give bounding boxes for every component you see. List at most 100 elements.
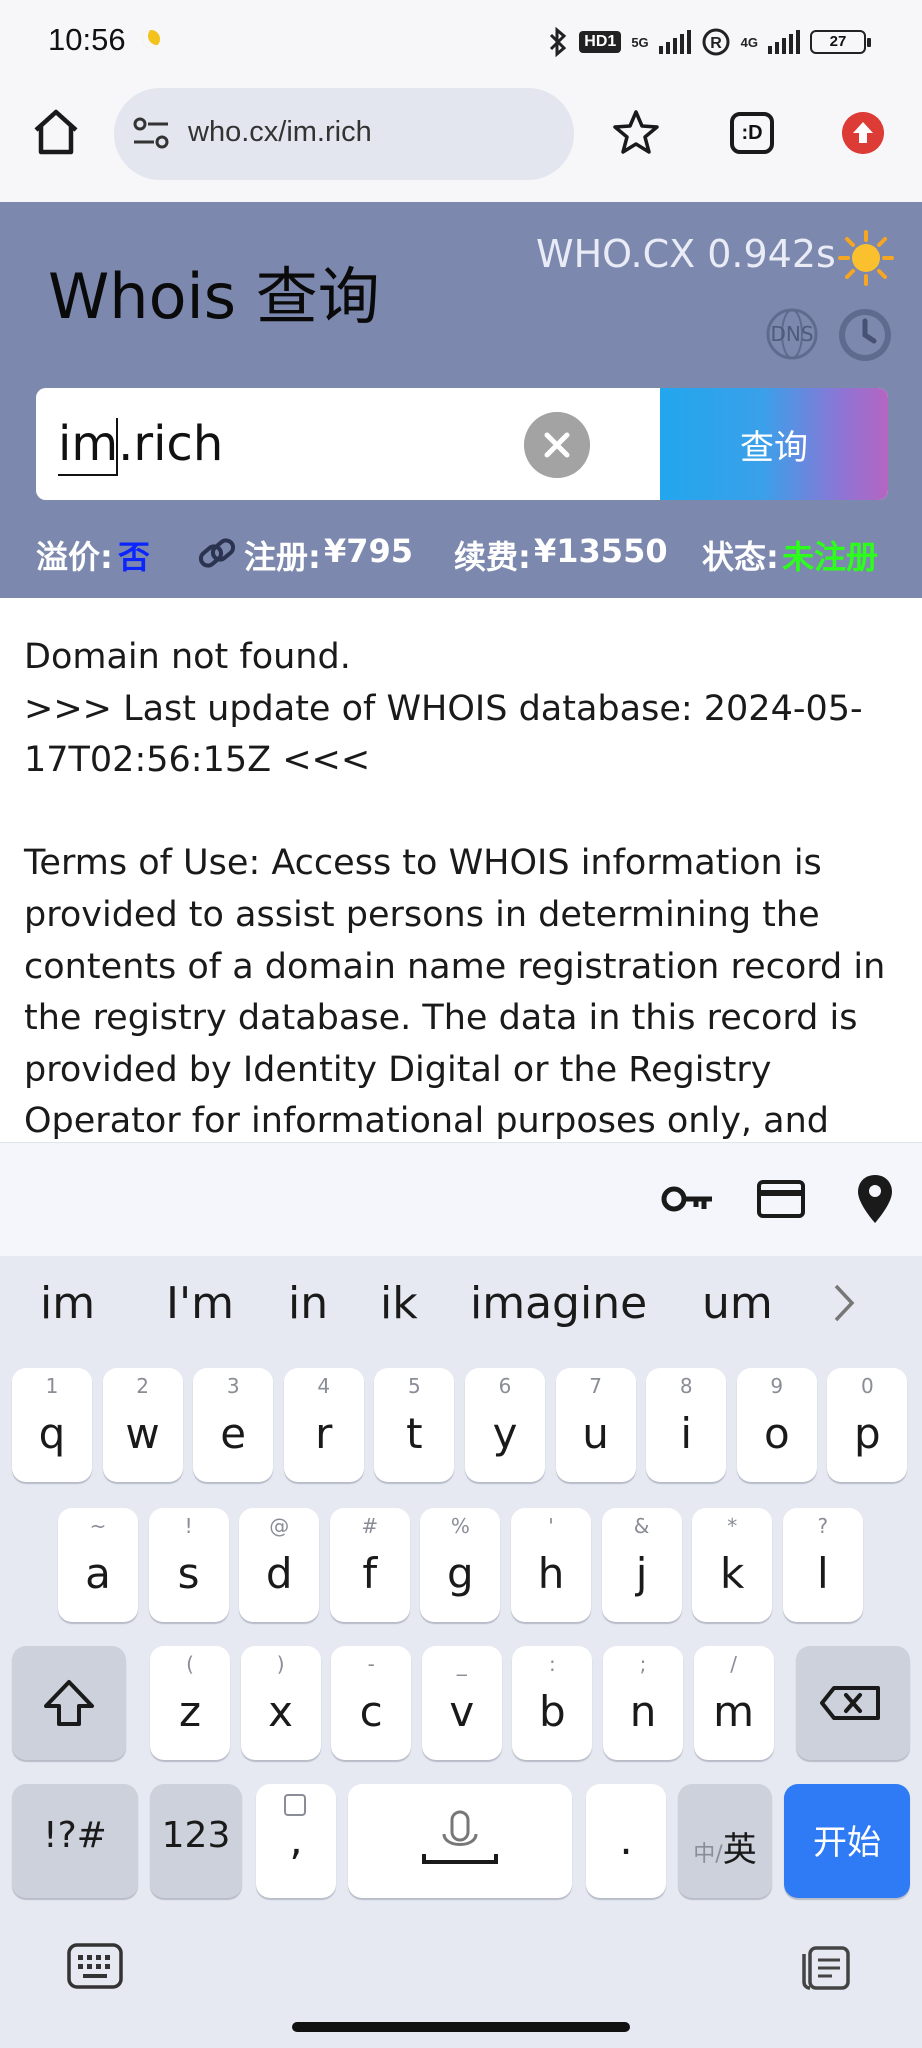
key-label: k: [720, 1549, 745, 1598]
key-secondary-label: 7: [589, 1374, 602, 1398]
shift-key[interactable]: [12, 1646, 126, 1760]
renew-price: ¥13550: [534, 532, 668, 570]
link-icon[interactable]: [196, 532, 238, 574]
brand-timing[interactable]: WHO.CX 0.942s: [536, 232, 836, 276]
enter-key[interactable]: 开始: [784, 1784, 910, 1898]
key-w[interactable]: 2w: [102, 1368, 183, 1482]
site-settings-icon[interactable]: [132, 116, 172, 152]
key-label: x: [268, 1687, 294, 1736]
suggestion-item[interactable]: im: [40, 1278, 95, 1329]
key-label: p: [854, 1409, 881, 1458]
suggestion-item[interactable]: imagine: [470, 1278, 647, 1329]
key-e[interactable]: 3e: [193, 1368, 274, 1482]
autofill-bar: [0, 1142, 922, 1256]
key-v[interactable]: _ v: [421, 1646, 502, 1760]
key-q[interactable]: 1q: [12, 1368, 92, 1482]
space-key[interactable]: [348, 1784, 572, 1898]
language-toggle-key[interactable]: 中/英: [678, 1784, 772, 1898]
microphone-icon: [422, 1810, 498, 1864]
key-c[interactable]: -c: [331, 1646, 412, 1760]
address-bar[interactable]: who.cx/im.rich: [114, 88, 574, 180]
url-text[interactable]: who.cx/im.rich: [188, 116, 372, 149]
key-secondary-label: _: [456, 1652, 467, 1676]
key-secondary-label: -: [367, 1652, 375, 1676]
key-secondary-label: 1: [45, 1374, 59, 1398]
key-secondary-label: 4: [317, 1374, 331, 1398]
renew-label: 续费:: [454, 538, 531, 576]
keyboard-hide-icon[interactable]: [66, 1942, 124, 1990]
handwriting-icon: [284, 1794, 306, 1816]
tab-switcher-button[interactable]: :D: [730, 112, 774, 154]
key-label: n: [629, 1687, 657, 1736]
key-secondary-label: ): [276, 1652, 285, 1676]
clipboard-icon[interactable]: [798, 1938, 854, 1994]
result-line: >>> Last update of WHOIS database: 2024-…: [24, 688, 863, 781]
upload-icon[interactable]: [842, 112, 884, 154]
key-m[interactable]: / m: [693, 1646, 774, 1760]
key-secondary-label: &: [633, 1514, 650, 1538]
key-h[interactable]: ' h: [511, 1508, 591, 1622]
period-key[interactable]: .: [586, 1784, 666, 1898]
status-value: 未注册: [782, 538, 879, 576]
key-label: u: [582, 1409, 609, 1458]
key-secondary-label: ?: [817, 1514, 829, 1538]
whois-header: Whois 查询 WHO.CX 0.942s DNS 查询 溢价: 否: [0, 202, 922, 598]
history-clock-icon[interactable]: [836, 306, 894, 364]
suggestion-item[interactable]: I'm: [166, 1278, 234, 1329]
key-s[interactable]: ! s: [148, 1508, 229, 1622]
suggestion-item[interactable]: um: [702, 1278, 773, 1329]
key-o[interactable]: 9o: [736, 1368, 817, 1482]
key-label: b: [539, 1687, 566, 1736]
lang-active: 英: [722, 1830, 757, 1870]
payment-card-icon[interactable]: [756, 1179, 806, 1219]
key-p[interactable]: 0p: [827, 1368, 908, 1482]
key-t[interactable]: 5t: [374, 1368, 455, 1482]
location-pin-icon[interactable]: [856, 1173, 894, 1225]
status-bar: 10:56 HD1 5G R 4G 27: [0, 0, 922, 82]
symbols-key[interactable]: !?#: [12, 1784, 138, 1898]
dns-icon[interactable]: DNS: [764, 308, 820, 360]
key-y[interactable]: 6y: [465, 1368, 545, 1482]
key-i[interactable]: 8i: [646, 1368, 727, 1482]
key-secondary-label: *: [727, 1514, 738, 1538]
search-button[interactable]: 查询: [660, 388, 888, 500]
key-a[interactable]: ~ a: [58, 1508, 138, 1622]
key-f[interactable]: # f: [329, 1508, 410, 1622]
key-secondary-label: (: [186, 1652, 194, 1676]
sun-icon[interactable]: [838, 230, 894, 286]
key-label: .: [619, 1815, 633, 1864]
comma-key[interactable]: ,: [256, 1784, 336, 1898]
key-u[interactable]: 7u: [555, 1368, 636, 1482]
key-j[interactable]: & j: [601, 1508, 682, 1622]
key-d[interactable]: @ d: [239, 1508, 320, 1622]
key-z[interactable]: (z: [150, 1646, 230, 1760]
key-label: t: [406, 1409, 423, 1458]
whois-result: Domain not found. >>> Last update of WHO…: [24, 632, 904, 1148]
key-x[interactable]: ) x: [240, 1646, 321, 1760]
home-indicator[interactable]: [292, 2022, 630, 2032]
key-n[interactable]: ; n: [603, 1646, 683, 1760]
roaming-icon: R: [702, 28, 730, 56]
dns-label: DNS: [770, 322, 813, 346]
bookmark-star-icon[interactable]: [611, 108, 661, 158]
key-secondary-label: :: [549, 1652, 556, 1676]
key-k[interactable]: * k: [692, 1508, 773, 1622]
numbers-key[interactable]: 123: [150, 1784, 242, 1898]
key-label: m: [713, 1687, 755, 1736]
home-icon[interactable]: [30, 106, 82, 158]
suggestion-item[interactable]: in: [288, 1278, 328, 1329]
password-key-icon[interactable]: [660, 1179, 716, 1219]
bluetooth-icon: [550, 26, 567, 58]
key-secondary-label: 2: [136, 1374, 149, 1398]
clear-input-icon[interactable]: [524, 412, 590, 478]
key-g[interactable]: % g: [420, 1508, 501, 1622]
chevron-right-icon[interactable]: [824, 1278, 864, 1328]
suggestion-item[interactable]: ik: [380, 1278, 418, 1329]
key-l[interactable]: ? l: [782, 1508, 863, 1622]
key-b[interactable]: :b: [512, 1646, 593, 1760]
key-r[interactable]: 4r: [283, 1368, 364, 1482]
backspace-key[interactable]: [796, 1646, 910, 1760]
status-time: 10:56: [48, 22, 126, 57]
key-label: l: [816, 1549, 829, 1598]
key-label: r: [315, 1409, 333, 1458]
